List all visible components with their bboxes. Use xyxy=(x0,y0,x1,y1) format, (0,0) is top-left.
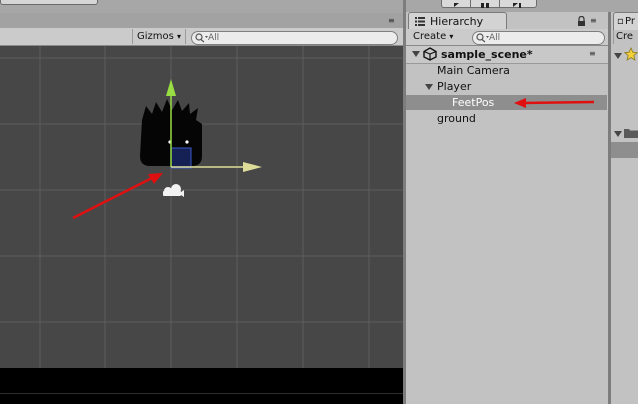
search-icon xyxy=(195,33,208,43)
hierarchy-panel-menu-icon[interactable]: ≡ xyxy=(590,17,597,25)
hierarchy-item-player[interactable]: Player xyxy=(437,80,471,94)
annotation-arrow-hierarchy xyxy=(514,98,595,108)
tab-hierarchy-label: Hierarchy xyxy=(430,15,484,28)
scene-name: sample_scene* xyxy=(441,48,533,61)
project-panel xyxy=(611,12,638,404)
gizmos-dropdown[interactable]: Gizmos ▾ xyxy=(132,29,187,44)
tab-project-label: Pr xyxy=(625,16,635,27)
pause-icon xyxy=(481,3,489,8)
scene-canvas[interactable] xyxy=(0,46,403,368)
project-row-selected[interactable] xyxy=(611,142,638,158)
chevron-down-icon: ▾ xyxy=(449,32,454,41)
scene-search-input[interactable]: All xyxy=(191,31,398,45)
step-icon xyxy=(513,3,521,8)
ground-grid-line xyxy=(0,393,403,394)
step-button[interactable] xyxy=(499,0,537,8)
top-tab-fragment[interactable] xyxy=(0,0,98,5)
project-create-label: Cre xyxy=(616,31,634,42)
scene-viewport[interactable] xyxy=(0,46,403,368)
create-label: Create xyxy=(413,31,447,42)
favorites-star-icon[interactable] xyxy=(624,47,638,61)
scene-search-placeholder: All xyxy=(208,33,220,43)
create-dropdown[interactable]: Create ▾ xyxy=(413,30,453,44)
project-icon: ▫ xyxy=(617,16,624,27)
scene-panel-menu-icon[interactable]: ≡ xyxy=(388,17,395,25)
hierarchy-list-icon xyxy=(415,17,425,26)
hierarchy-item-main-camera[interactable]: Main Camera xyxy=(437,64,510,78)
expand-assets-icon[interactable] xyxy=(614,131,622,137)
scene-options-icon[interactable]: ≡ xyxy=(589,50,596,58)
scene-grid xyxy=(0,46,403,368)
project-create-dropdown[interactable]: Cre xyxy=(613,30,638,44)
ground-tilemap xyxy=(0,368,403,404)
search-icon xyxy=(476,33,489,43)
play-icon xyxy=(454,3,459,7)
pause-button[interactable] xyxy=(470,0,500,8)
hierarchy-search-placeholder: All xyxy=(489,33,501,43)
tab-project[interactable]: ▫ Pr xyxy=(613,12,638,30)
play-button[interactable] xyxy=(441,0,471,8)
chevron-down-icon: ▾ xyxy=(177,32,182,41)
annotation-arrow-scene xyxy=(72,173,163,220)
tab-hierarchy[interactable]: Hierarchy xyxy=(408,12,507,30)
hierarchy-item-ground[interactable]: ground xyxy=(437,112,476,126)
expand-scene-icon[interactable] xyxy=(412,51,420,57)
gizmos-label: Gizmos xyxy=(137,31,174,42)
expand-favorites-icon[interactable] xyxy=(614,53,622,59)
hierarchy-search-input[interactable]: All xyxy=(472,31,605,45)
folder-icon[interactable] xyxy=(624,127,638,138)
expand-player-icon[interactable] xyxy=(425,84,433,90)
hierarchy-item-feetpos[interactable]: FeetPos xyxy=(452,96,494,110)
unity-scene-icon xyxy=(423,47,437,61)
lock-icon[interactable] xyxy=(577,16,586,26)
